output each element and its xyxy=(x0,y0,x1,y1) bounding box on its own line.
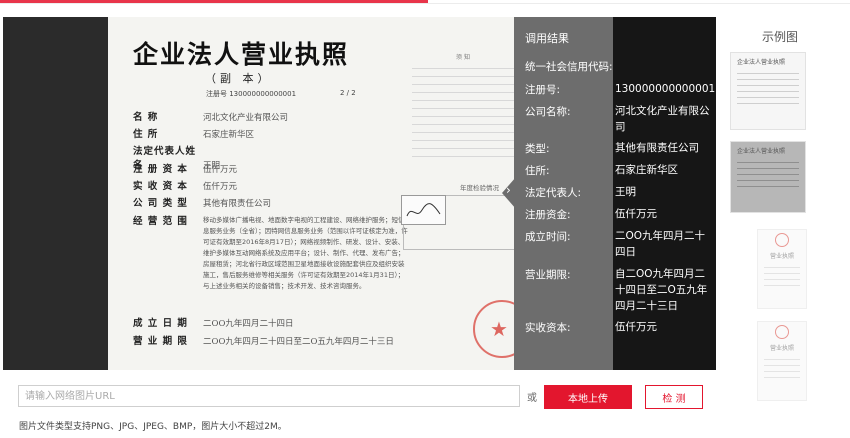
top-divider xyxy=(0,3,850,4)
or-separator: 或 xyxy=(527,393,537,404)
result-value-reg-capital: 伍仟万元 xyxy=(615,208,657,220)
annual-inspection-label: 年度检验情况 xyxy=(460,184,499,192)
license-row-term: 营 业 期 限 二OO九年四月二十四日至二O五九年四月二十三日 xyxy=(133,333,394,347)
result-value-company-name: 河北文化产业有限公司 xyxy=(615,105,710,133)
example-thumbnail-2[interactable]: 企业法人营业执照 xyxy=(730,141,806,213)
license-row-scope: 经 营 范 围 xyxy=(133,213,203,227)
result-key-established: 成立时间: xyxy=(525,231,571,243)
thumbnail-emblem-icon xyxy=(775,325,789,339)
license-row-label: 名 称 xyxy=(133,112,159,123)
license-row-value: 河北文化产业有限公司 xyxy=(203,113,289,123)
result-key-legal-rep: 法定代表人: xyxy=(525,187,582,199)
seal-star-icon: ★ xyxy=(490,317,508,341)
example-thumbnail-1[interactable]: 企业法人营业执照 xyxy=(730,52,806,130)
result-value-paid-capital: 伍仟万元 xyxy=(615,321,657,333)
license-row-name: 名 称 河北文化产业有限公司 xyxy=(133,109,288,123)
license-scope-text: 移动多媒体广播电视、地面数字电视的工程建设、网络维护服务；短信息服务业务（全省）… xyxy=(203,216,408,290)
license-row-value: 二OO九年四月二十四日至二O五九年四月二十三日 xyxy=(203,337,394,347)
result-key-paid-capital: 实收资本: xyxy=(525,322,571,334)
result-key-reg-number: 注册号: xyxy=(525,84,561,96)
license-row-label: 成 立 日 期 xyxy=(133,318,188,329)
example-thumbnail-3[interactable]: 营业执照 xyxy=(757,229,807,309)
result-value-legal-rep: 王明 xyxy=(615,186,636,198)
result-key-term: 营业期限: xyxy=(525,269,571,281)
detect-button[interactable]: 检 测 xyxy=(645,385,703,409)
license-row-label: 住 所 xyxy=(133,129,159,140)
license-row-paid-capital: 实 收 资 本 伍仟万元 xyxy=(133,178,237,192)
stage-left-strip xyxy=(3,17,108,370)
license-row-value: 石家庄新华区 xyxy=(203,130,255,140)
license-row-value: 其他有限责任公司 xyxy=(203,199,272,209)
result-key-reg-capital: 注册资金: xyxy=(525,209,571,221)
signature-stamp xyxy=(401,195,446,225)
license-row-value: 伍仟万元 xyxy=(203,182,238,192)
license-image: 企业法人营业执照 （副 本） 注册号 130000000000001 2 / 2… xyxy=(108,17,518,370)
thumbnail-emblem-icon xyxy=(775,233,789,247)
result-key-credit-code: 统一社会信用代码: xyxy=(525,61,613,73)
result-value-term: 自二OO九年四月二十四日至二O五九年四月二十三日 xyxy=(615,268,708,312)
file-type-hint: 图片文件类型支持PNG、JPG、JPEG、BMP，图片大小不超过2M。 xyxy=(19,422,287,432)
license-row-established: 成 立 日 期 二OO九年四月二十四日 xyxy=(133,315,293,329)
license-row-value: 二OO九年四月二十四日 xyxy=(203,319,294,329)
license-row-label: 营 业 期 限 xyxy=(133,336,188,347)
license-row-label: 实 收 资 本 xyxy=(133,181,188,192)
license-row-address: 住 所 石家庄新华区 xyxy=(133,126,254,140)
example-thumbnail-4[interactable]: 营业执照 xyxy=(757,321,807,401)
local-upload-button[interactable]: 本地上传 xyxy=(544,385,632,409)
license-row-label: 注 册 资 本 xyxy=(133,164,188,175)
license-row-label: 经 营 范 围 xyxy=(133,216,188,227)
image-url-input[interactable] xyxy=(18,385,520,407)
license-page-number: 2 / 2 xyxy=(340,89,356,97)
license-subtitle: （副 本） xyxy=(205,72,273,85)
chevron-right-icon[interactable]: › xyxy=(506,183,511,197)
result-value-established: 二OO九年四月二十四日 xyxy=(615,230,706,258)
result-value-reg-number: 130000000000001 xyxy=(615,83,716,95)
result-key-type: 类型: xyxy=(525,143,550,155)
license-row-reg-capital: 注 册 资 本 伍仟万元 xyxy=(133,161,237,175)
result-value-type: 其他有限责任公司 xyxy=(615,142,699,154)
license-row-company-type: 公 司 类 型 其他有限责任公司 xyxy=(133,195,271,209)
license-notice: 须 知 xyxy=(408,52,518,177)
notice-title: 须 知 xyxy=(456,54,470,61)
result-key-company-name: 公司名称: xyxy=(525,106,571,118)
license-title: 企业法人营业执照 xyxy=(133,40,350,69)
license-reg-number: 注册号 130000000000001 xyxy=(206,90,297,98)
thumbnail-title: 营业执照 xyxy=(769,345,794,352)
examples-title: 示例图 xyxy=(762,30,799,44)
result-header: 调用结果 xyxy=(525,32,569,45)
result-key-address: 住所: xyxy=(525,165,550,177)
thumbnail-title: 企业法人营业执照 xyxy=(737,148,786,155)
thumbnail-title: 企业法人营业执照 xyxy=(737,59,786,66)
license-row-label: 公 司 类 型 xyxy=(133,198,188,209)
thumbnail-title: 营业执照 xyxy=(769,253,794,260)
license-row-value: 伍仟万元 xyxy=(203,165,238,175)
result-value-address: 石家庄新华区 xyxy=(615,164,678,176)
